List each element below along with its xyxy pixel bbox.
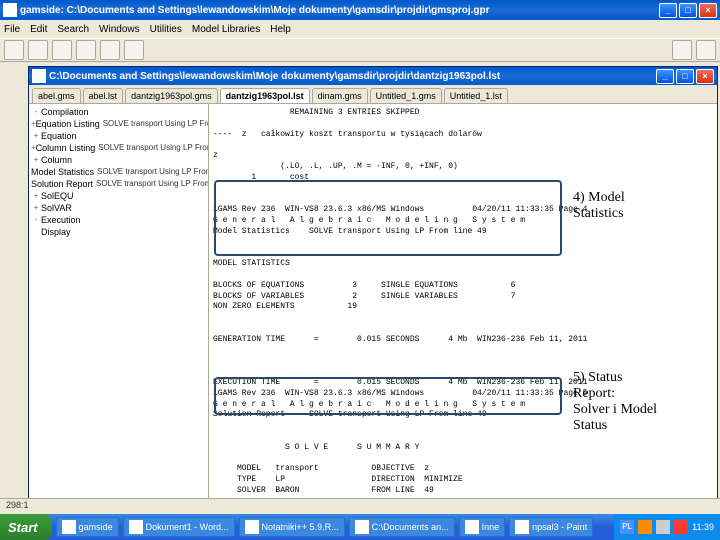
task-inne[interactable]: Inne [459, 517, 506, 537]
editor-view[interactable]: REMAINING 3 ENTRIES SKIPPED ---- z całko… [209, 104, 717, 524]
tree-label: Model Statistics [31, 167, 94, 177]
toolbar [0, 38, 720, 62]
menu-model-lib[interactable]: Model Libraries [192, 24, 260, 35]
tool-run-icon[interactable] [52, 40, 72, 60]
tree-desc: SOLVE transport Using LP From lin [96, 179, 209, 188]
task-icon [515, 520, 529, 534]
expand-icon[interactable]: + [31, 191, 41, 200]
tray-net-icon[interactable] [638, 520, 652, 534]
tool-misc2-icon[interactable] [696, 40, 716, 60]
tree-item[interactable]: +SolEQU [31, 190, 206, 202]
tree-item[interactable]: +Equation [31, 130, 206, 142]
annotation-label-5: 5) Status Report: Solver i Model Status [573, 370, 657, 434]
document-window: C:\Documents and Settings\lewandowskim\M… [28, 66, 718, 526]
tree-item[interactable]: Model StatisticsSOLVE transport Using LP… [31, 166, 206, 178]
expand-icon[interactable]: + [31, 131, 41, 140]
task-word[interactable]: Dokument1 - Word... [123, 517, 235, 537]
inner-maximize-button[interactable]: □ [676, 69, 694, 84]
menu-help[interactable]: Help [270, 24, 291, 35]
task-icon [129, 520, 143, 534]
tab-dinam[interactable]: dinam.gms [312, 88, 368, 103]
tree-item[interactable]: +Column [31, 154, 206, 166]
expand-icon[interactable]: + [31, 155, 41, 164]
tab-untitled-lst[interactable]: Untitled_1.lst [444, 88, 508, 103]
tree-item[interactable]: +Equation ListingSOLVE transport Using L… [31, 118, 206, 130]
tree-label: Equation [41, 131, 77, 141]
close-button[interactable]: × [699, 3, 717, 18]
task-notepad[interactable]: Notatniki++ 5.9.R... [239, 517, 345, 537]
tree-item[interactable]: Solution ReportSOLVE transport Using LP … [31, 178, 206, 190]
tool-open-icon[interactable] [4, 40, 24, 60]
task-icon [355, 520, 369, 534]
menu-bar: File Edit Search Windows Utilities Model… [0, 20, 720, 38]
tree-label: Display [41, 227, 71, 237]
tree-desc: SOLVE transport Using LP From lin [103, 119, 209, 128]
tab-bar: abel.gms abel.lst dantzig1963pol.gms dan… [29, 85, 717, 104]
inner-title: C:\Documents and Settings\lewandowskim\M… [49, 71, 654, 82]
expand-icon[interactable]: - [31, 215, 41, 224]
tool-help-icon[interactable] [124, 40, 144, 60]
tool-print-icon[interactable] [76, 40, 96, 60]
menu-utilities[interactable]: Utilities [150, 24, 182, 35]
tray-av-icon[interactable] [674, 520, 688, 534]
tree-label: SolVAR [41, 203, 72, 213]
nav-tree[interactable]: -Compilation+Equation ListingSOLVE trans… [29, 104, 209, 524]
tab-abel-lst[interactable]: abel.lst [83, 88, 124, 103]
status-bar: 298:1 [0, 498, 720, 514]
app-icon [3, 3, 17, 17]
menu-search[interactable]: Search [57, 24, 89, 35]
menu-windows[interactable]: Windows [99, 24, 140, 35]
tree-desc: SOLVE transport Using LP From lin [97, 167, 209, 176]
menu-edit[interactable]: Edit [30, 24, 47, 35]
expand-icon[interactable]: - [31, 107, 41, 116]
annotation-box-5 [214, 377, 562, 415]
inner-titlebar: C:\Documents and Settings\lewandowskim\M… [29, 67, 717, 85]
tree-label: Compilation [41, 107, 89, 117]
menu-file[interactable]: File [4, 24, 20, 35]
task-icon [245, 520, 259, 534]
tree-item[interactable]: -Compilation [31, 106, 206, 118]
outer-titlebar: gamside: C:\Documents and Settings\lewan… [0, 0, 720, 20]
tab-abel-gms[interactable]: abel.gms [32, 88, 81, 103]
annotation-box-4 [214, 180, 562, 256]
tree-label: Column [41, 155, 72, 165]
tree-item[interactable]: Display [31, 226, 206, 238]
tree-label: Equation Listing [36, 119, 100, 129]
tab-untitled-gms[interactable]: Untitled_1.gms [370, 88, 442, 103]
cursor-pos: 298:1 [6, 500, 29, 510]
tree-item[interactable]: +SolVAR [31, 202, 206, 214]
tray-vol-icon[interactable] [656, 520, 670, 534]
task-gamside[interactable]: gamside [56, 517, 119, 537]
tree-label: Execution [41, 215, 81, 225]
tab-dantzig-lst[interactable]: dantzig1963pol.lst [220, 88, 310, 103]
task-explorer[interactable]: C:\Documents an... [349, 517, 455, 537]
tree-desc: SOLVE transport Using LP From lin [98, 143, 209, 152]
minimize-button[interactable]: _ [659, 3, 677, 18]
annotation-label-4: 4) Model Statistics [573, 190, 625, 222]
doc-icon [32, 69, 46, 83]
tree-label: SolEQU [41, 191, 74, 201]
inner-minimize-button[interactable]: _ [656, 69, 674, 84]
tool-find-icon[interactable] [100, 40, 120, 60]
tree-item[interactable]: -Execution [31, 214, 206, 226]
maximize-button[interactable]: □ [679, 3, 697, 18]
task-paint[interactable]: npsal3 - Paint [509, 517, 593, 537]
taskbar: Start gamside Dokument1 - Word... Notatn… [0, 514, 720, 540]
window-title: gamside: C:\Documents and Settings\lewan… [20, 5, 657, 16]
tool-save-icon[interactable] [28, 40, 48, 60]
task-icon [62, 520, 76, 534]
tool-misc-icon[interactable] [672, 40, 692, 60]
task-icon [465, 520, 479, 534]
inner-close-button[interactable]: × [696, 69, 714, 84]
system-tray[interactable]: PL 11:39 [614, 514, 720, 540]
tray-clock[interactable]: 11:39 [692, 522, 714, 532]
tray-lang-icon[interactable]: PL [620, 520, 634, 534]
workspace: -Compilation+Equation ListingSOLVE trans… [29, 104, 717, 524]
tree-item[interactable]: +Column ListingSOLVE transport Using LP … [31, 142, 206, 154]
tab-dantzig-gms[interactable]: dantzig1963pol.gms [125, 88, 218, 103]
start-button[interactable]: Start [0, 514, 52, 540]
expand-icon[interactable]: + [31, 203, 41, 212]
tree-label: Column Listing [36, 143, 96, 153]
tree-label: Solution Report [31, 179, 93, 189]
